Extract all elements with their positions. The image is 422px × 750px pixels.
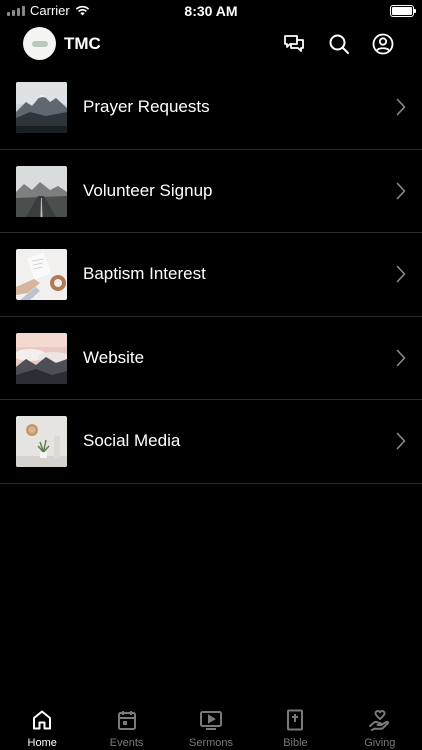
chevron-right-icon bbox=[396, 432, 406, 450]
tab-events[interactable]: Events bbox=[84, 700, 168, 750]
messages-icon[interactable] bbox=[282, 32, 306, 56]
tab-label: Bible bbox=[283, 737, 308, 749]
battery-icon bbox=[390, 5, 416, 17]
hands-writing-photo bbox=[16, 249, 67, 300]
cloudy-mountain-photo bbox=[16, 332, 67, 384]
giving-hand-icon bbox=[368, 708, 392, 732]
status-bar: Carrier 8:30 AM bbox=[0, 0, 422, 22]
tab-bible[interactable]: Bible bbox=[253, 700, 337, 750]
chevron-right-icon bbox=[396, 182, 406, 200]
tab-label: Sermons bbox=[189, 737, 234, 749]
home-icon bbox=[30, 708, 54, 732]
list-item-volunteer-signup[interactable]: Volunteer Signup bbox=[0, 150, 422, 233]
mountain-landscape-photo bbox=[16, 82, 67, 133]
bible-icon bbox=[283, 708, 307, 732]
video-icon bbox=[199, 708, 223, 732]
plant-and-clock-photo bbox=[16, 416, 67, 467]
search-icon[interactable] bbox=[327, 32, 351, 56]
list-item-label: Social Media bbox=[83, 431, 181, 450]
road-landscape-photo bbox=[16, 165, 67, 217]
menu-list: Prayer Requests Volunteer Signup Baptism… bbox=[0, 66, 422, 484]
tab-label: Giving bbox=[364, 737, 396, 749]
list-item-label: Prayer Requests bbox=[83, 97, 210, 116]
list-item-baptism-interest[interactable]: Baptism Interest bbox=[0, 233, 422, 317]
profile-icon[interactable] bbox=[371, 32, 395, 56]
app-header: TMC bbox=[0, 24, 422, 64]
tab-bar: Home Events Sermons Bible Giving bbox=[0, 700, 422, 750]
status-time: 8:30 AM bbox=[184, 3, 238, 19]
church-logo-avatar[interactable] bbox=[23, 27, 56, 60]
list-item-label: Volunteer Signup bbox=[83, 180, 213, 200]
chevron-right-icon bbox=[396, 265, 406, 283]
tab-home[interactable]: Home bbox=[0, 700, 84, 750]
list-item-label: Website bbox=[83, 347, 145, 367]
tab-sermons[interactable]: Sermons bbox=[169, 700, 253, 750]
tab-label: Events bbox=[109, 737, 144, 749]
app-title: TMC bbox=[64, 34, 101, 53]
list-item-label: Baptism Interest bbox=[83, 264, 206, 283]
tab-label: Home bbox=[27, 737, 57, 749]
tab-giving[interactable]: Giving bbox=[338, 700, 422, 750]
chevron-right-icon bbox=[396, 98, 406, 116]
list-item-prayer-requests[interactable]: Prayer Requests bbox=[0, 66, 422, 150]
chevron-right-icon bbox=[396, 349, 406, 367]
list-item-website[interactable]: Website bbox=[0, 317, 422, 400]
calendar-icon bbox=[115, 708, 139, 732]
list-item-social-media[interactable]: Social Media bbox=[0, 400, 422, 484]
